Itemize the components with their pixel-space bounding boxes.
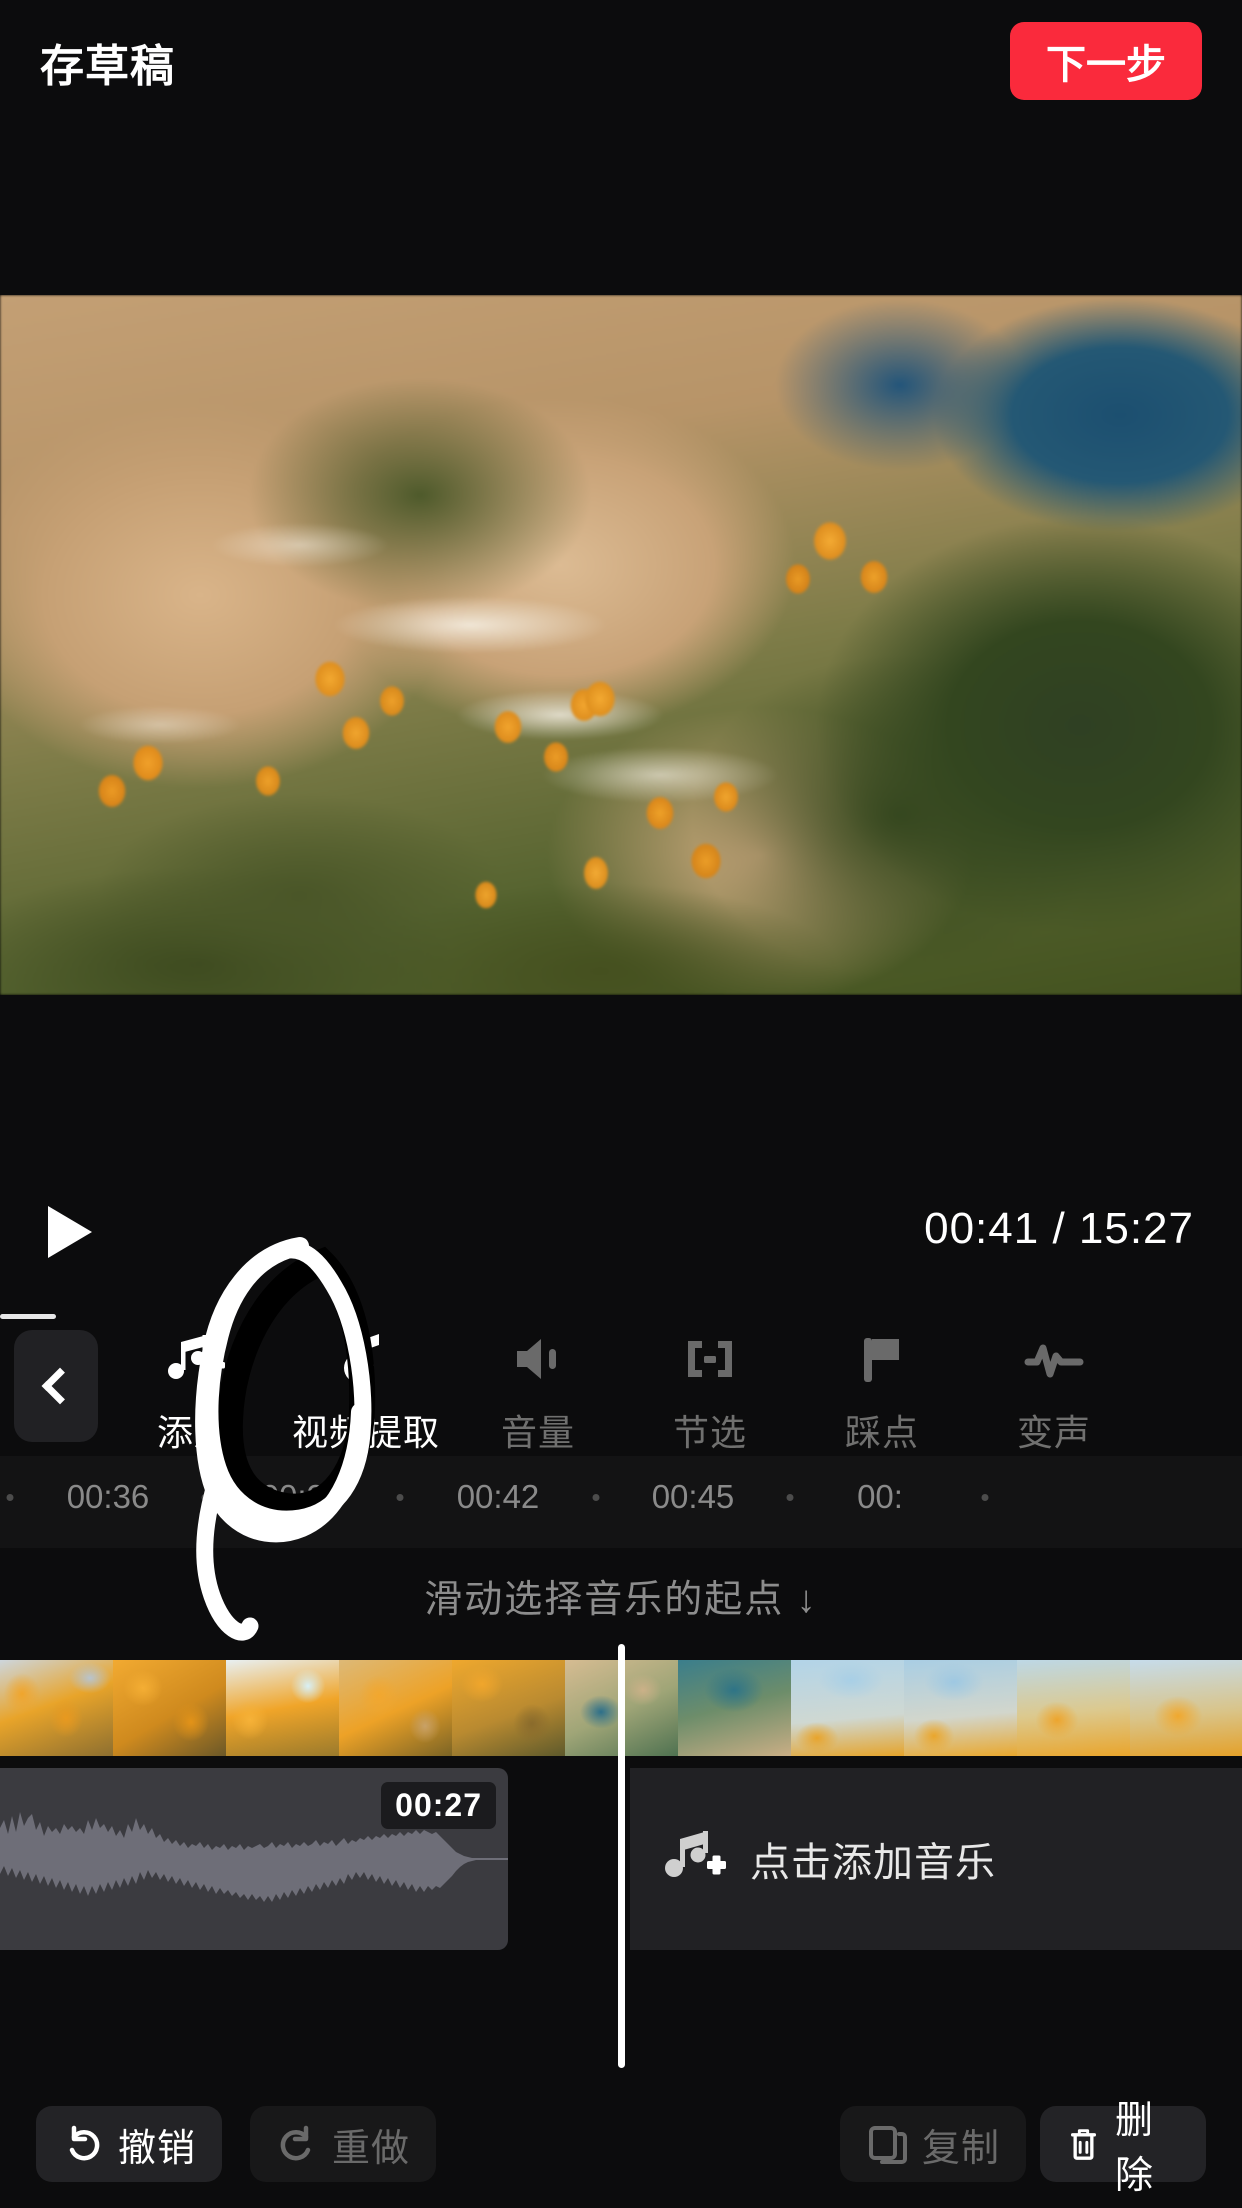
toolbar-back-button[interactable] [14, 1330, 98, 1442]
redo-label: 重做 [332, 2127, 411, 2170]
thumbnail-item[interactable] [904, 1660, 1017, 1756]
timeline-hint-text: 滑动选择音乐的起点 ↓ [424, 1579, 818, 1621]
ruler-tick-label: 00:45 [651, 1478, 735, 1515]
music-note-plus-icon [163, 1328, 225, 1390]
redo-arrow-icon [280, 2125, 311, 2161]
audio-toolbar: 添加 视频提取 音量 节选 踩点 变声 [108, 1320, 1242, 1460]
tool-label: 添加 [156, 1412, 231, 1453]
ruler-tick-dot [592, 1494, 600, 1501]
thumbnail-item[interactable] [226, 1660, 339, 1756]
flag-icon [851, 1328, 913, 1390]
top-bar: 存草稿 下一步 [0, 0, 1242, 130]
audio-duration-badge: 00:27 [381, 1782, 496, 1829]
speaker-volume-icon [507, 1328, 569, 1390]
video-frame-image [0, 295, 1242, 995]
trash-icon [1071, 2129, 1096, 2160]
thumbnail-item[interactable] [452, 1660, 565, 1756]
timeline-playhead[interactable] [618, 1644, 625, 2068]
undo-button[interactable]: 撤销 [36, 2106, 223, 2182]
time-readout: 00:41 / 15:27 [924, 1204, 1194, 1253]
add-music-track-button[interactable]: 点击添加音乐 [630, 1768, 1242, 1950]
ruler-tick-dot [6, 1494, 14, 1501]
thumbnail-item[interactable] [339, 1660, 452, 1756]
undo-label: 撤销 [118, 2127, 197, 2170]
undo-arrow-icon [69, 2125, 100, 2161]
audio-clip-selected[interactable]: 00:27 [0, 1768, 508, 1950]
redo-button[interactable]: 重做 [250, 2106, 437, 2182]
ruler-tick-dot [981, 1494, 989, 1501]
thumbnail-item[interactable] [1017, 1660, 1130, 1756]
tool-label: 节选 [672, 1412, 747, 1453]
save-draft-button[interactable]: 存草稿 [40, 30, 175, 94]
tool-voice-change[interactable]: 变声 [968, 1320, 1140, 1456]
play-triangle-icon[interactable] [48, 1206, 92, 1258]
copy-button[interactable]: 复制 [840, 2106, 1027, 2182]
bottom-action-bar: 撤销 重做 复制 删除 [0, 2090, 1242, 2208]
thumbnail-item[interactable] [113, 1660, 226, 1756]
thumbnail-item[interactable] [1130, 1660, 1242, 1756]
ruler-tick-dot [786, 1494, 794, 1501]
video-editor-screen: 存草稿 下一步 00:41 / 15:27 添加 视频提取 音量 节选 踩点 变… [0, 0, 1242, 2208]
tool-video-extract[interactable]: 视频提取 [280, 1320, 452, 1456]
ruler-tick-label: 00:42 [456, 1478, 540, 1515]
progress-bar[interactable] [0, 1314, 56, 1319]
ruler-tick-label: 00:39 [260, 1478, 344, 1515]
delete-button[interactable]: 删除 [1040, 2100, 1206, 2197]
tool-label: 变声 [1016, 1412, 1091, 1453]
chevron-left-icon [41, 1367, 79, 1405]
tool-label: 视频提取 [291, 1412, 440, 1453]
ruler-tick-dot [201, 1494, 209, 1501]
next-step-button[interactable]: 下一步 [1010, 22, 1202, 100]
ruler-tick-label: 00:36 [66, 1478, 150, 1515]
add-music-label: 点击添加音乐 [750, 1841, 996, 1885]
delete-label: 删除 [1115, 2100, 1155, 2197]
waveform-pulse-icon [1023, 1328, 1085, 1390]
tool-label: 音量 [500, 1412, 575, 1453]
thumbnail-item[interactable] [791, 1660, 904, 1756]
bracket-dash-icon [679, 1328, 741, 1390]
copy-label: 复制 [922, 2127, 1001, 2170]
timeline-ruler[interactable]: 00:36 00:39 00:42 00:45 00: [0, 1456, 1242, 1548]
ruler-tick-label: 00: [857, 1478, 903, 1515]
tool-beat-mark[interactable]: 踩点 [796, 1320, 968, 1456]
tool-excerpt[interactable]: 节选 [624, 1320, 796, 1456]
thumbnail-item[interactable] [0, 1660, 113, 1756]
copy-icon [869, 2126, 907, 2164]
tool-add[interactable]: 添加 [108, 1320, 280, 1456]
ruler-tick-dot [396, 1494, 404, 1501]
thumbnail-item[interactable] [678, 1660, 791, 1756]
video-preview[interactable] [0, 295, 1242, 995]
music-note-plus-icon [660, 1827, 726, 1892]
tool-volume[interactable]: 音量 [452, 1320, 624, 1456]
tool-label: 踩点 [844, 1412, 919, 1453]
music-note-play-icon [335, 1328, 397, 1390]
